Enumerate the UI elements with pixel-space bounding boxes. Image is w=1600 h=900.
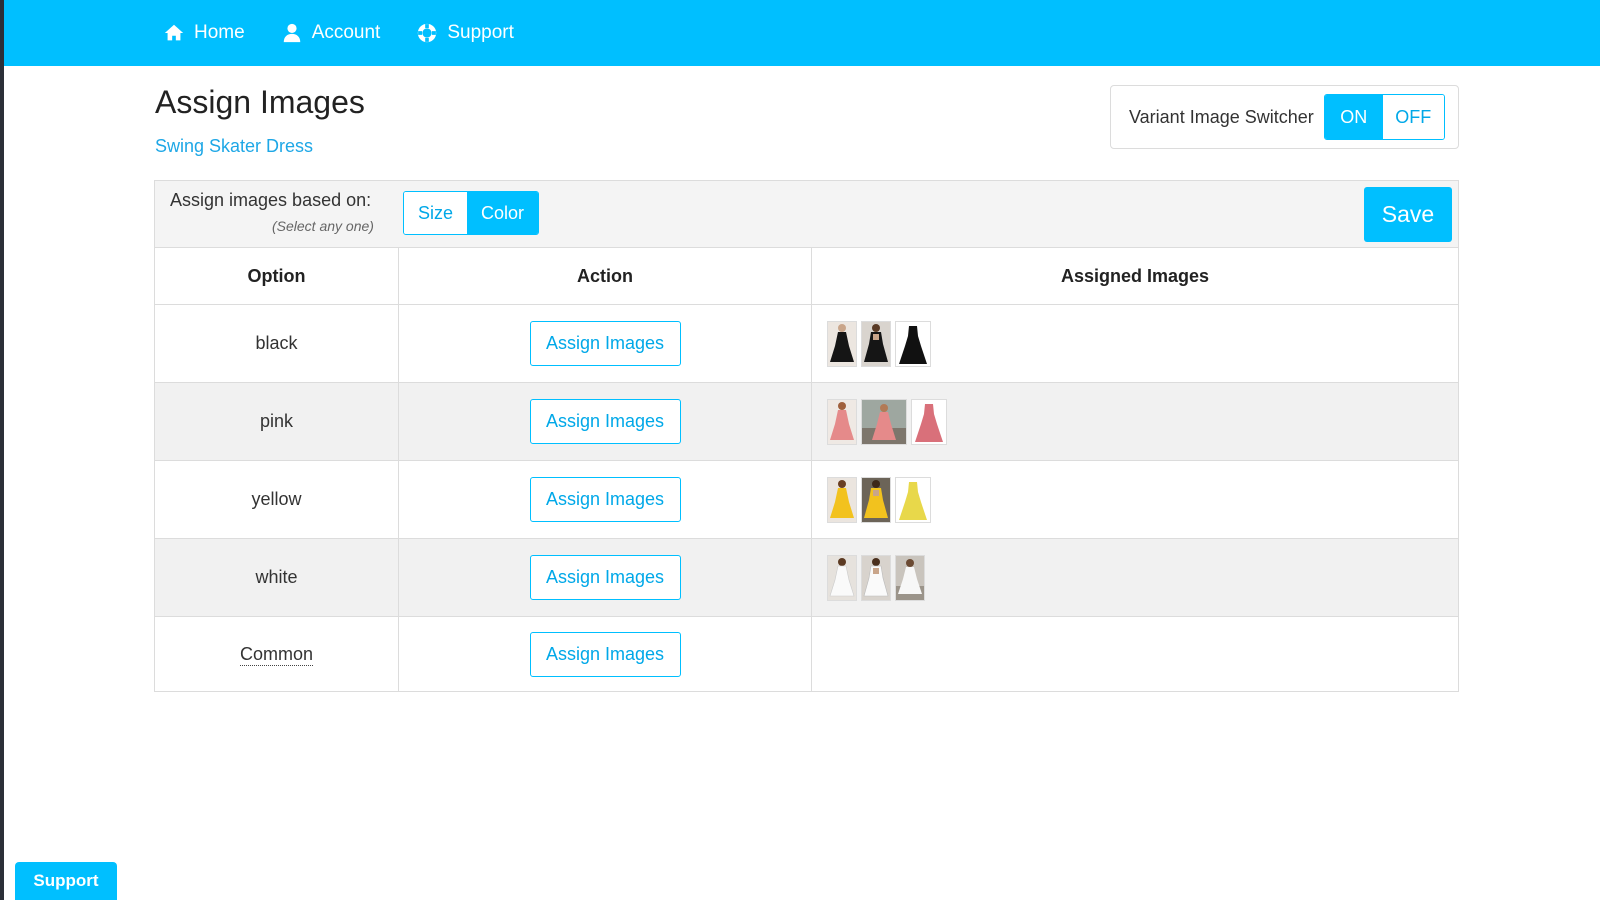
table-row: Common Assign Images <box>155 616 1459 692</box>
switcher-on-button[interactable]: ON <box>1324 95 1383 139</box>
assign-basis-toggle: Size Color <box>403 191 540 235</box>
assign-images-button[interactable]: Assign Images <box>529 555 681 600</box>
option-cell: yellow <box>155 460 399 539</box>
assign-basis-bar: Assign images based on: (Select any one)… <box>155 181 1458 248</box>
assigned-images-cell <box>811 538 1458 617</box>
support-widget-tab[interactable]: Support <box>15 862 117 900</box>
assigned-images-cell <box>811 460 1458 539</box>
option-cell: pink <box>155 382 399 461</box>
image-thumbnail[interactable] <box>827 554 857 601</box>
image-thumbnail[interactable] <box>895 476 931 523</box>
switcher-off-button[interactable]: OFF <box>1382 95 1444 139</box>
table-row: black Assign Images <box>155 304 1458 383</box>
image-thumbnail[interactable] <box>895 320 931 367</box>
image-thumbnail[interactable] <box>827 320 857 367</box>
variant-image-switcher: Variant Image Switcher ON OFF <box>1110 85 1459 149</box>
nav-support-label: Support <box>447 22 514 43</box>
image-thumbnail[interactable] <box>861 476 891 523</box>
table-header-row: Option Action Assigned Images <box>155 248 1458 305</box>
image-thumbnail[interactable] <box>861 320 891 367</box>
option-cell: Common <box>155 616 399 691</box>
table-row: yellow Assign Images <box>155 460 1458 539</box>
home-icon <box>164 24 184 41</box>
header-option: Option <box>155 248 399 305</box>
nav-home[interactable]: Home <box>163 22 245 44</box>
switcher-label: Variant Image Switcher <box>1129 106 1314 127</box>
action-cell: Assign Images <box>398 304 812 383</box>
image-thumbnail[interactable] <box>861 398 907 445</box>
assign-images-button[interactable]: Assign Images <box>529 321 681 366</box>
image-thumbnail[interactable] <box>911 398 947 445</box>
image-thumbnail[interactable] <box>827 476 857 523</box>
nav-account-label: Account <box>311 22 381 43</box>
option-cell: white <box>155 538 399 617</box>
option-cell: black <box>155 304 399 383</box>
lifebuoy-icon <box>418 23 437 43</box>
options-table: Option Action Assigned Images black Assi… <box>155 248 1458 691</box>
table-row: white Assign Images <box>155 538 1458 617</box>
save-button[interactable]: Save <box>1364 187 1452 242</box>
action-cell: Assign Images <box>398 616 812 691</box>
assigned-images-cell <box>811 304 1458 383</box>
assign-images-button[interactable]: Assign Images <box>529 631 681 677</box>
assigned-images-cell <box>811 382 1458 461</box>
assigned-images-cell <box>812 617 1459 692</box>
action-cell: Assign Images <box>398 382 812 461</box>
assign-images-panel: Assign images based on: (Select any one)… <box>154 180 1459 692</box>
product-link[interactable]: Swing Skater Dress <box>155 136 313 157</box>
action-cell: Assign Images <box>398 460 812 539</box>
image-thumbnail[interactable] <box>827 398 857 445</box>
switcher-toggle: ON OFF <box>1323 94 1445 140</box>
nav-support[interactable]: Support <box>416 22 514 44</box>
nav-home-label: Home <box>194 22 245 43</box>
image-thumbnail[interactable] <box>861 554 891 601</box>
action-cell: Assign Images <box>398 538 812 617</box>
assign-basis-label: Assign images based on: <box>170 190 372 210</box>
nav-account[interactable]: Account <box>281 22 381 44</box>
left-edge-strip <box>0 0 4 900</box>
header-assigned-images: Assigned Images <box>811 248 1458 305</box>
common-option-label: Common <box>239 643 314 666</box>
assign-images-button[interactable]: Assign Images <box>529 477 681 522</box>
header-action: Action <box>398 248 812 305</box>
image-thumbnail[interactable] <box>895 554 925 601</box>
top-navbar: Home Account Support <box>4 0 1600 66</box>
basis-color-button[interactable]: Color <box>467 192 539 234</box>
page-title: Assign Images <box>155 84 365 120</box>
assign-images-button[interactable]: Assign Images <box>529 399 681 444</box>
basis-size-button[interactable]: Size <box>404 192 468 234</box>
assign-basis-hint: (Select any one) <box>272 218 374 234</box>
user-icon <box>283 23 300 43</box>
table-row: pink Assign Images <box>155 382 1458 461</box>
